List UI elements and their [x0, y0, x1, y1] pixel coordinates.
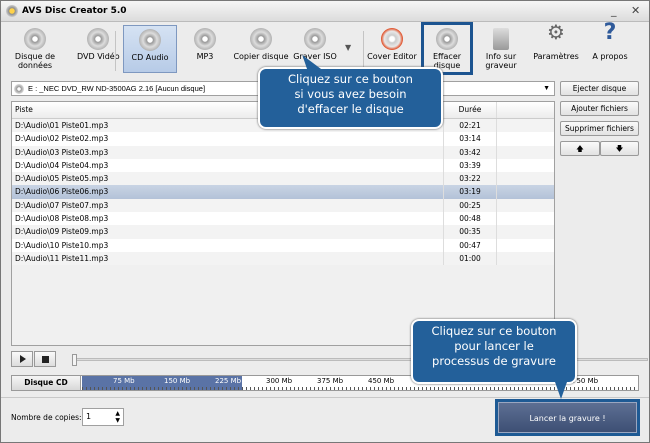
disk-tick-label: 375 Mb [317, 377, 344, 385]
toolbar-label: Paramètres [533, 52, 579, 61]
spin-arrows-icon[interactable]: ▲ ▼ [115, 410, 120, 424]
stop-button[interactable] [34, 351, 56, 367]
table-row[interactable]: D:\Audio\08 Piste08.mp3 00:48 [12, 212, 554, 226]
toolbar-cd-button[interactable]: CD Audio [123, 25, 177, 73]
burn-highlight: Lancer la gravure ! [495, 399, 640, 436]
toolbar-label: CD Audio [131, 53, 169, 62]
toolbar-label: DVD Vidéo [77, 52, 120, 61]
table-row[interactable]: D:\Audio\10 Piste10.mp3 00:47 [12, 238, 554, 252]
seek-thumb[interactable] [72, 354, 77, 366]
data-disc-icon [24, 28, 46, 50]
track-duration: 03:42 [443, 145, 496, 159]
add-files-button[interactable]: Ajouter fichiers [560, 101, 639, 116]
toolbar-label: Cover Editor [367, 52, 417, 61]
track-path: D:\Audio\04 Piste04.mp3 [15, 160, 109, 170]
mp3-icon [194, 28, 216, 50]
copy-disc-icon [250, 28, 272, 50]
play-button[interactable] [11, 351, 33, 367]
move-up-button[interactable]: 🡅 [560, 141, 600, 156]
track-duration: 02:21 [443, 119, 496, 133]
window-title: AVS Disc Creator 5.0 [22, 6, 127, 16]
track-duration: 00:47 [443, 238, 496, 252]
disc-drive-icon [14, 84, 24, 94]
toolbar-about-button[interactable]: ? A propos [583, 20, 637, 73]
table-row[interactable]: D:\Audio\04 Piste04.mp3 03:39 [12, 158, 554, 173]
track-duration: 03:22 [443, 172, 496, 186]
track-path: D:\Audio\09 Piste09.mp3 [15, 227, 109, 237]
callout-erase: Cliquez sur ce bouton si vous avez besoin… [258, 67, 443, 129]
copies-label: Nombre de copies: [11, 413, 82, 422]
column-header-duration[interactable]: Durée [443, 102, 496, 118]
erase-disc-icon [436, 28, 458, 50]
table-row[interactable]: D:\Audio\09 Piste09.mp3 00:35 [12, 225, 554, 239]
drive-value: E : _NEC DVD_RW ND-3500AG 2.16 [Aucun di… [28, 84, 206, 93]
callout-burn: Cliquez sur ce bouton pour lancer le proce… [411, 319, 577, 384]
track-path: D:\Audio\01 Piste01.mp3 [15, 121, 109, 130]
question-icon: ? [603, 20, 617, 45]
track-path: D:\Audio\02 Piste02.mp3 [15, 134, 109, 144]
track-table: Piste Durée D:\Audio\01 Piste01.mp3 02:21… [11, 101, 555, 346]
chevron-down-icon[interactable]: ▼ [543, 82, 550, 95]
track-path: D:\Audio\10 Piste10.mp3 [15, 240, 109, 250]
more-dropdown-icon[interactable]: ▼ [345, 43, 351, 52]
disk-tick-label: 300 Mb [266, 377, 293, 385]
disk-tick-label: 75 Mb [113, 377, 135, 385]
disk-type-label[interactable]: Disque CD [12, 376, 81, 390]
disk-tick-label: 150 Mb [164, 377, 191, 385]
copies-stepper[interactable]: 1 ▲ ▼ [82, 408, 124, 426]
dvd-video-icon [87, 28, 109, 50]
eject-disc-button[interactable]: Ejecter disque [560, 81, 639, 96]
track-duration: 03:39 [443, 158, 496, 173]
track-path: D:\Audio\03 Piste03.mp3 [15, 147, 109, 157]
burner-info-icon [493, 28, 509, 50]
table-row[interactable]: D:\Audio\11 Piste11.mp3 01:00 [12, 251, 554, 266]
disk-tick-label: 450 Mb [368, 377, 395, 385]
track-path: D:\Audio\06 Piste06.mp3 [15, 187, 109, 197]
toolbar-copy-button[interactable]: Copier disque [232, 25, 290, 73]
table-row[interactable]: D:\Audio\03 Piste03.mp3 03:42 [12, 145, 554, 159]
column-header-track[interactable]: Piste [15, 102, 33, 118]
toolbar-info-button[interactable]: Info sur graveur [477, 25, 525, 73]
start-burn-button[interactable]: Lancer la gravure ! [498, 402, 637, 433]
table-row[interactable]: D:\Audio\02 Piste02.mp3 03:14 [12, 132, 554, 146]
move-down-button[interactable]: 🡇 [600, 141, 639, 156]
track-duration: 01:00 [443, 251, 496, 266]
cover-editor-icon [381, 28, 403, 50]
track-duration: 00:48 [443, 212, 496, 226]
track-path: D:\Audio\11 Piste11.mp3 [15, 253, 109, 263]
track-path: D:\Audio\08 Piste08.mp3 [15, 214, 109, 224]
table-row[interactable]: D:\Audio\05 Piste05.mp3 03:22 [12, 172, 554, 186]
track-duration: 00:25 [443, 198, 496, 213]
toolbar-mp3-button[interactable]: MP3 [181, 25, 229, 73]
toolbar-settings-button[interactable]: ⚙ Paramètres [531, 20, 581, 73]
toolbar-label: Copier disque [233, 52, 289, 61]
minimize-button[interactable]: _ [611, 4, 617, 17]
burn-iso-icon [304, 28, 326, 50]
gear-icon: ⚙ [547, 20, 565, 44]
track-path: D:\Audio\05 Piste05.mp3 [15, 174, 109, 184]
cd-audio-icon [139, 29, 161, 51]
toolbar-label: MP3 [196, 52, 214, 61]
app-window: AVS Disc Creator 5.0 _ ✕ Disque de donné… [0, 0, 650, 443]
table-row[interactable]: D:\Audio\07 Piste07.mp3 00:25 [12, 198, 554, 213]
toolbar-label: A propos [592, 52, 628, 61]
app-icon [6, 5, 18, 17]
title-bar: AVS Disc Creator 5.0 _ ✕ [1, 1, 649, 22]
toolbar-label: Info sur graveur [485, 52, 517, 70]
table-row[interactable]: D:\Audio\06 Piste06.mp3 03:19 [12, 185, 554, 199]
track-duration: 03:14 [443, 132, 496, 146]
toolbar-label: Disque de données [14, 52, 56, 70]
track-path: D:\Audio\07 Piste07.mp3 [15, 200, 109, 210]
track-duration: 03:19 [443, 185, 496, 199]
toolbar-cover-button[interactable]: Cover Editor [367, 25, 417, 73]
toolbar-dvd-button[interactable]: DVD Vidéo [77, 25, 120, 73]
disk-tick-label: 225 Mb [215, 377, 242, 385]
remove-files-button[interactable]: Supprimer fichiers [560, 121, 639, 136]
toolbar-data-button[interactable]: Disque de données [9, 25, 61, 73]
copies-value: 1 [86, 412, 92, 421]
track-duration: 00:35 [443, 225, 496, 239]
close-button[interactable]: ✕ [631, 4, 640, 17]
